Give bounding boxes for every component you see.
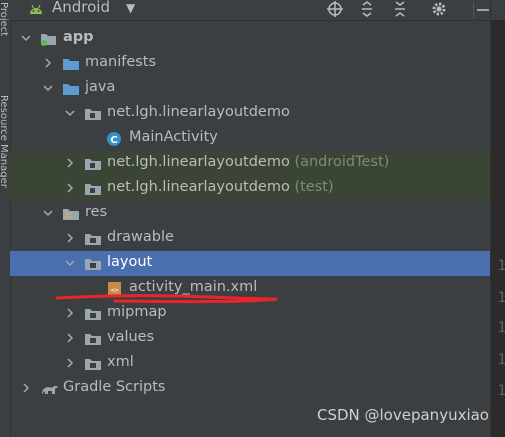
chevron-right-icon[interactable] — [20, 381, 32, 395]
line-number: 1 — [497, 352, 505, 368]
folder-blue-icon — [62, 81, 80, 97]
line-number: 1 — [497, 320, 505, 336]
source-set-suffix: (test) — [294, 179, 334, 195]
tree-item-text: values — [107, 329, 155, 345]
gradle-icon — [40, 381, 58, 397]
gear-icon[interactable] — [430, 0, 448, 18]
tree-item-text: MainActivity — [129, 129, 218, 145]
source-set-suffix: (androidTest) — [294, 154, 390, 170]
folder-gray-icon — [84, 331, 102, 347]
line-number: 1 — [497, 383, 505, 399]
collapse-all-icon[interactable] — [391, 0, 409, 18]
project-tab[interactable]: Project — [0, 2, 9, 36]
tree-row[interactable]: xml — [10, 351, 490, 376]
tree-item-text: manifests — [85, 54, 157, 70]
tree-row[interactable]: net.lgh.linearlayoutdemo — [10, 101, 490, 126]
folder-gray-icon — [84, 256, 102, 272]
folder-gray-icon — [84, 356, 102, 372]
tree-row[interactable]: app — [10, 26, 490, 51]
tree-item-label: net.lgh.linearlayoutdemo (test) — [107, 179, 334, 195]
tree-item-text: layout — [107, 254, 153, 270]
tree-item-label: Gradle Scripts — [63, 379, 165, 395]
tree-item-text: mipmap — [107, 304, 167, 320]
chevron-down-icon[interactable] — [64, 256, 76, 270]
tree-row[interactable]: values — [10, 326, 490, 351]
tree-item-text: java — [85, 79, 116, 95]
tree-row[interactable]: net.lgh.linearlayoutdemo (androidTest) — [10, 151, 490, 176]
chevron-right-icon[interactable] — [64, 331, 76, 345]
tree-item-text: drawable — [107, 229, 174, 245]
view-selector[interactable]: Android — [52, 0, 110, 16]
chevron-down-icon[interactable]: ▼ — [126, 1, 135, 15]
tree-item-label: drawable — [107, 229, 174, 245]
tree-row[interactable]: net.lgh.linearlayoutdemo (test) — [10, 176, 490, 201]
tree-item-label: res — [85, 204, 107, 220]
chevron-right-icon[interactable] — [64, 181, 76, 195]
package-icon — [84, 156, 102, 172]
folder-gray-icon — [84, 306, 102, 322]
chevron-right-icon[interactable] — [64, 156, 76, 170]
tree-item-label: layout — [107, 254, 152, 270]
hide-icon[interactable] — [476, 0, 490, 18]
svg-text:C: C — [110, 135, 117, 146]
res-folder-icon — [62, 206, 80, 222]
line-number: 1 — [497, 258, 505, 274]
module-folder-icon — [40, 31, 58, 47]
tree-row[interactable]: drawable — [10, 226, 490, 251]
chevron-right-icon[interactable] — [64, 356, 76, 370]
tree-item-label: net.lgh.linearlayoutdemo (androidTest) — [107, 154, 389, 170]
project-toolbar: Android ▼ — [10, 0, 490, 21]
package-icon — [84, 181, 102, 197]
tree-row[interactable]: Gradle Scripts — [10, 376, 490, 401]
tree-item-text: app — [63, 29, 94, 45]
tree-item-label: mipmap — [107, 304, 167, 320]
chevron-right-icon[interactable] — [64, 231, 76, 245]
android-icon — [28, 1, 44, 20]
chevron-down-icon[interactable] — [64, 106, 76, 120]
locate-icon[interactable] — [326, 0, 344, 18]
tree-item-label: net.lgh.linearlayoutdemo — [107, 104, 290, 120]
tree-row[interactable]: C MainActivity — [10, 126, 490, 151]
watermark: CSDN @lovepanyuxiao — [316, 406, 489, 424]
folder-gray-icon — [84, 231, 102, 247]
package-icon — [84, 106, 102, 122]
tree-item-text: net.lgh.linearlayoutdemo — [107, 154, 290, 170]
tree-row[interactable]: manifests — [10, 51, 490, 76]
resource-manager-tab[interactable]: Resource Manager — [0, 95, 9, 188]
chevron-down-icon[interactable] — [42, 206, 54, 220]
class-icon: C — [106, 131, 124, 147]
tree-item-text: xml — [107, 354, 134, 370]
chevron-down-icon[interactable] — [20, 31, 32, 45]
toolbar-separator — [473, 2, 474, 18]
tree-row[interactable]: res — [10, 201, 490, 226]
tree-item-text: Gradle Scripts — [63, 379, 166, 395]
tree-item-label: values — [107, 329, 154, 345]
chevron-down-icon[interactable] — [42, 81, 54, 95]
tree-item-label: app — [63, 29, 94, 45]
tree-item-label: MainActivity — [129, 129, 218, 145]
expand-all-icon[interactable] — [358, 0, 376, 18]
chevron-right-icon[interactable] — [64, 306, 76, 320]
tree-row[interactable]: java — [10, 76, 490, 101]
red-underline-annotation — [55, 294, 278, 304]
tree-item-text: net.lgh.linearlayoutdemo — [107, 104, 290, 120]
folder-blue-icon — [62, 56, 80, 72]
tree-item-text: net.lgh.linearlayoutdemo — [107, 179, 290, 195]
tree-row[interactable]: layout — [10, 251, 490, 276]
tree-item-text: res — [85, 204, 108, 220]
tree-item-label: manifests — [85, 54, 156, 70]
editor-gutter: 1 1 1 1 1 — [490, 0, 505, 437]
tree-item-label: java — [85, 79, 115, 95]
line-number: 1 — [497, 290, 505, 306]
tree-item-label: xml — [107, 354, 134, 370]
chevron-right-icon[interactable] — [42, 56, 54, 70]
